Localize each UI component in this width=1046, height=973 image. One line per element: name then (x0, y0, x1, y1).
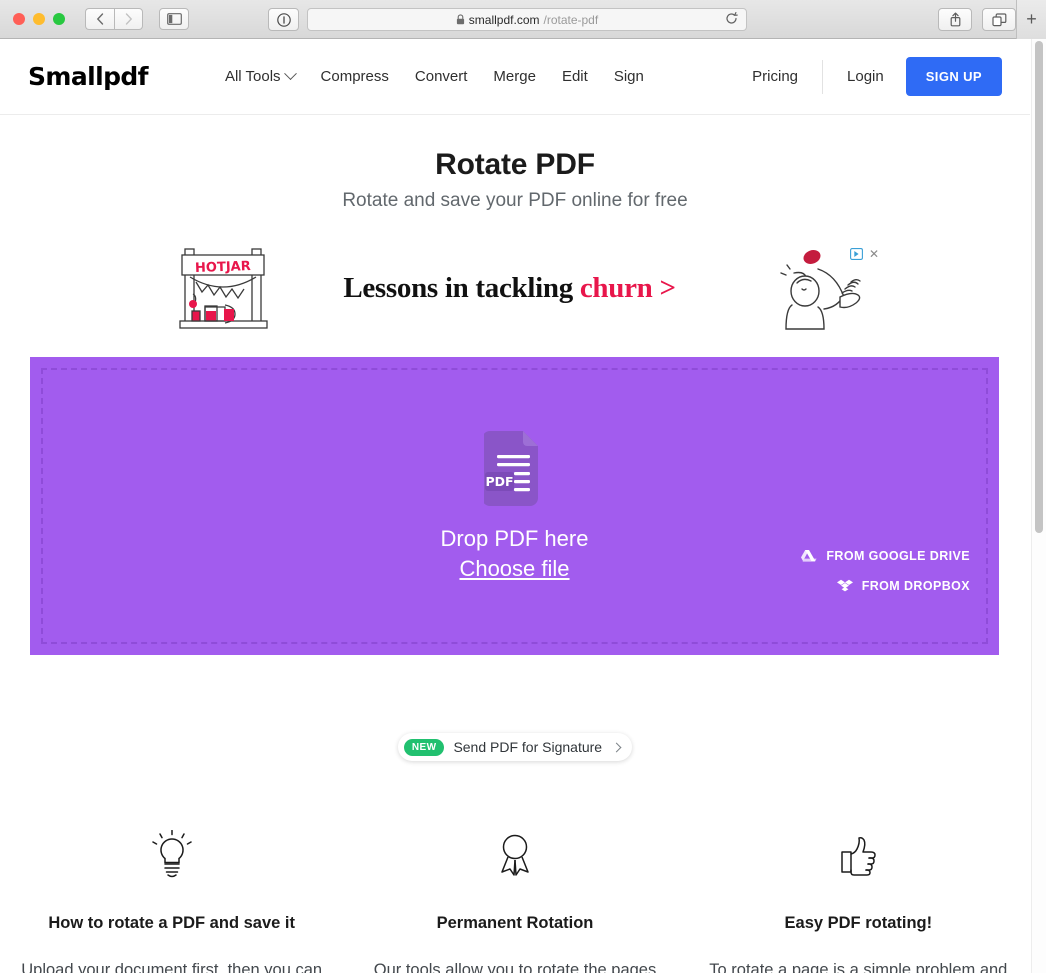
from-dropbox-button[interactable]: FROM DROPBOX (836, 579, 970, 593)
forward-button[interactable] (114, 8, 143, 30)
url-domain: smallpdf.com (468, 12, 540, 27)
nav-item-edit[interactable]: Edit (562, 68, 588, 85)
advertisement-banner[interactable]: ✕ HOTJAR Lessons in tackling churn > (151, 243, 879, 333)
from-google-drive-button[interactable]: FROM GOOGLE DRIVE (801, 549, 970, 563)
google-drive-icon (801, 550, 817, 562)
site-info-button[interactable] (268, 8, 299, 31)
adchoices-icon[interactable] (849, 248, 863, 260)
reload-button[interactable] (725, 11, 738, 28)
smallpdf-logo[interactable]: Smallpdf (28, 62, 149, 91)
chevron-right-icon (611, 742, 622, 752)
address-bar[interactable]: smallpdf.com/rotate-pdf (307, 8, 747, 31)
feature-card-how-to-rotate: How to rotate a PDF and save it Upload y… (0, 829, 343, 973)
pdf-file-icon: PDF (484, 430, 539, 506)
new-tab-label: + (1026, 9, 1037, 29)
ad-controls: ✕ (849, 248, 879, 260)
choose-file-link[interactable]: Choose file (459, 556, 569, 582)
url-path: /rotate-pdf (543, 12, 599, 27)
nav-label-all-tools: All Tools (224, 68, 281, 85)
nav-item-merge[interactable]: Merge (493, 68, 536, 85)
show-tabs-button[interactable] (982, 8, 1016, 31)
page-content: Smallpdf All Tools Compress Convert Merg… (0, 39, 1030, 973)
nav-item-compress[interactable]: Compress (321, 68, 389, 85)
new-tab-button[interactable]: + (1016, 0, 1046, 39)
send-for-signature-label: Send PDF for Signature (453, 739, 603, 755)
chevron-down-icon (283, 67, 297, 81)
feature-card-easy-rotating: Easy PDF rotating! To rotate a page is a… (687, 829, 1030, 973)
signup-button[interactable]: SIGN UP (905, 57, 1002, 96)
site-header: Smallpdf All Tools Compress Convert Merg… (0, 39, 1030, 115)
feature-icon-wrapper (20, 829, 323, 881)
reload-icon (726, 11, 738, 24)
award-ribbon-icon (501, 834, 529, 876)
lock-icon (456, 14, 464, 25)
login-button[interactable]: Login (847, 68, 884, 85)
ad-headline: Lessons in tackling churn > (277, 272, 742, 305)
close-window-button[interactable] (13, 13, 25, 25)
feature-icon-wrapper (363, 829, 666, 881)
thumbs-up-icon (841, 837, 877, 876)
share-button[interactable] (938, 8, 972, 31)
send-for-signature-pill[interactable]: NEW Send PDF for Signature (397, 733, 633, 761)
main-navigation: All Tools Compress Convert Merge Edit Si… (224, 67, 644, 85)
google-drive-label: FROM GOOGLE DRIVE (826, 549, 970, 563)
page-title: Rotate PDF (435, 148, 595, 181)
share-icon (950, 12, 960, 27)
signature-promo-wrapper: NEW Send PDF for Signature (0, 733, 1030, 761)
pdf-dropzone[interactable]: PDF Drop PDF here Choose file FROM GOOGL… (30, 357, 999, 655)
feature-card-permanent-rotation: Permanent Rotation Our tools allow you t… (343, 829, 686, 973)
ad-headline-highlight: churn > (579, 271, 676, 304)
close-icon[interactable]: ✕ (869, 248, 879, 260)
svg-text:HOTJAR: HOTJAR (195, 259, 251, 276)
hero-section: Rotate PDF Rotate and save your PDF onli… (0, 115, 1030, 212)
feature-title: Permanent Rotation (436, 914, 594, 932)
header-actions: Pricing Login SIGN UP (752, 57, 1002, 96)
chevron-left-icon (96, 13, 104, 25)
feature-icon-wrapper (707, 829, 1010, 881)
lightbulb-icon (151, 830, 192, 878)
info-icon (276, 12, 291, 27)
minimize-window-button[interactable] (33, 13, 45, 25)
show-tabs-icon (991, 12, 1006, 26)
header-divider (822, 59, 824, 94)
chrome-right-buttons (938, 8, 1016, 31)
cloud-import-options: FROM GOOGLE DRIVE FROM DROPBOX (801, 549, 970, 593)
ad-headline-text: Lessons in tackling (343, 271, 580, 304)
page-scrollbar[interactable] (1031, 39, 1046, 973)
feature-body: Upload your document first, then you can… (21, 961, 323, 973)
feature-body: Our tools allow you to rotate the pages … (373, 961, 657, 973)
dropbox-label: FROM DROPBOX (861, 579, 970, 593)
new-badge: NEW (403, 738, 445, 756)
nav-item-sign[interactable]: Sign (614, 68, 644, 85)
sidebar-toggle-icon (166, 13, 182, 25)
address-bar-area: smallpdf.com/rotate-pdf (268, 8, 747, 31)
maximize-window-button[interactable] (53, 13, 65, 25)
feature-title: Easy PDF rotating! (784, 914, 933, 932)
nav-item-convert[interactable]: Convert (415, 68, 468, 85)
feature-body: To rotate a page is a simple problem and… (709, 961, 1008, 973)
sidebar-toggle-button[interactable] (159, 8, 189, 30)
dropbox-icon (836, 579, 853, 592)
hotjar-lemonade-stand-illustration: HOTJAR (179, 248, 268, 329)
back-button[interactable] (85, 8, 114, 30)
url-text: smallpdf.com/rotate-pdf (456, 13, 598, 27)
dropzone-center: PDF Drop PDF here Choose file (440, 430, 589, 582)
feature-title: How to rotate a PDF and save it (48, 914, 295, 932)
features-section: How to rotate a PDF and save it Upload y… (0, 829, 1030, 973)
svg-text:PDF: PDF (486, 474, 514, 489)
scrollbar-thumb[interactable] (1035, 41, 1043, 533)
page-subtitle: Rotate and save your PDF online for free (342, 190, 688, 211)
dropzone-title: Drop PDF here (440, 525, 589, 551)
browser-window: smallpdf.com/rotate-pdf + Smallpdf All T… (0, 0, 1046, 973)
ad-content: HOTJAR Lessons in tackling churn > (151, 243, 879, 333)
nav-item-pricing[interactable]: Pricing (752, 68, 798, 85)
navigation-buttons (85, 8, 143, 30)
chevron-right-icon (125, 13, 132, 25)
nav-item-all-tools[interactable]: All Tools (224, 67, 297, 85)
browser-toolbar: smallpdf.com/rotate-pdf + (0, 0, 1046, 39)
window-controls (13, 13, 65, 25)
